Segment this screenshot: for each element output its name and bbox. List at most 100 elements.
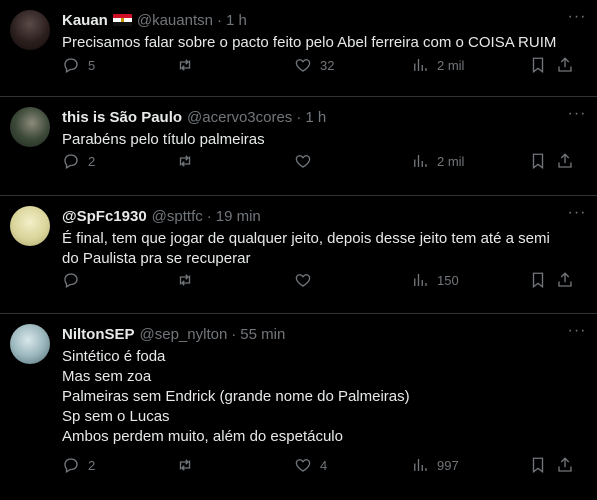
heart-icon [295,59,311,72]
tweet-actions: 150 [62,270,587,290]
retweet-button[interactable] [176,55,202,75]
display-name[interactable]: Kauan [62,12,108,29]
timestamp[interactable]: 55 min [240,326,285,343]
tweet-header: this is São Paulo @acervo3cores · 1 h [62,107,587,127]
tweet-content: NiltonSEP @sep_nylton · 55 min ··· Sinté… [62,323,587,447]
avatar[interactable] [10,10,50,50]
views-count: 997 [437,457,459,473]
display-name[interactable]: NiltonSEP [62,326,135,343]
tweet-header: NiltonSEP @sep_nylton · 55 min [62,324,587,344]
avatar[interactable] [10,206,50,246]
views-icon [414,274,427,286]
tweet-text: É final, tem que jogar de qualquer jeito… [62,229,587,269]
reply-icon [64,154,78,169]
share-button[interactable] [556,455,574,475]
reply-button[interactable]: 2 [62,151,95,171]
like-button[interactable]: 4 [294,455,327,475]
share-icon [558,457,572,472]
views-count: 2 mil [437,57,465,73]
avatar[interactable] [10,324,50,364]
display-name[interactable]: this is São Paulo [62,109,182,126]
share-icon [558,153,572,168]
more-icon[interactable]: ··· [567,106,587,127]
reply-icon [64,58,78,73]
tweet-text-line: Parabéns pelo título palmeiras [62,131,265,148]
share-icon [558,272,572,287]
user-handle[interactable]: @acervo3cores [187,109,292,126]
tweet-text: Sintético é foda Mas sem zoa Palmeiras s… [62,347,587,447]
views-count: 150 [437,272,459,288]
reply-count: 2 [88,457,96,473]
retweet-icon [179,459,191,471]
like-button[interactable]: 32 [294,55,334,75]
timestamp[interactable]: 1 h [305,109,326,126]
views-count: 2 mil [437,153,465,169]
views-button[interactable]: 2 mil [411,55,464,75]
like-count: 4 [320,457,328,473]
tweet-header: Kauan @kauantsn · 1 h [62,10,587,30]
reply-icon [64,458,78,473]
tweet-text: Parabéns pelo título palmeiras [62,130,587,150]
separator-dot: · [296,108,302,126]
separator-dot: · [216,11,222,29]
tweet-content: @SpFc1930 @spttfc · 19 min ··· É final, … [62,205,587,269]
more-icon[interactable]: ··· [567,323,587,344]
tweet-header: @SpFc1930 @spttfc · 19 min [62,206,587,226]
retweet-icon [179,274,191,286]
timeline-feed: Kauan @kauantsn · 1 h ··· Precisamos fal… [0,0,597,500]
like-count: 32 [320,57,335,73]
bookmark-button[interactable] [529,151,547,171]
tweet-actions: 5 32 2 mil [62,55,587,75]
reply-button[interactable]: 5 [62,55,95,75]
tweet[interactable]: NiltonSEP @sep_nylton · 55 min ··· Sinté… [0,314,597,500]
like-button[interactable] [294,151,320,171]
tweet-text-line: Sintético é foda [62,348,166,365]
share-button[interactable] [556,55,574,75]
bookmark-button[interactable] [529,455,547,475]
bookmark-button[interactable] [529,270,547,290]
user-handle[interactable]: @kauantsn [137,12,213,29]
more-icon[interactable]: ··· [567,9,587,30]
bookmark-button[interactable] [529,55,547,75]
timestamp[interactable]: 1 h [226,12,247,29]
tweet[interactable]: this is São Paulo @acervo3cores · 1 h ··… [0,97,597,196]
tweet[interactable]: @SpFc1930 @spttfc · 19 min ··· É final, … [0,196,597,314]
heart-icon [295,459,311,472]
retweet-button[interactable] [176,151,202,171]
bookmark-icon [532,153,544,170]
bookmark-icon [532,57,544,74]
views-icon [414,155,427,167]
tweet-content: this is São Paulo @acervo3cores · 1 h ··… [62,106,587,150]
separator-dot: · [206,207,212,225]
user-handle[interactable]: @spttfc [152,208,203,225]
user-handle[interactable]: @sep_nylton [140,326,228,343]
share-button[interactable] [556,151,574,171]
share-button[interactable] [556,270,574,290]
views-icon [414,459,427,471]
bookmark-icon [532,457,544,474]
retweet-icon [179,59,191,71]
more-icon[interactable]: ··· [567,205,587,226]
tweet[interactable]: Kauan @kauantsn · 1 h ··· Precisamos fal… [0,0,597,97]
display-name[interactable]: @SpFc1930 [62,208,147,225]
reply-icon [64,273,78,288]
retweet-button[interactable] [176,270,202,290]
share-icon [558,57,572,72]
tweet-text-line: É final, tem que jogar de qualquer jeito… [62,230,550,247]
views-button[interactable]: 2 mil [411,151,464,171]
like-button[interactable] [294,270,320,290]
views-button[interactable]: 997 [411,455,459,475]
tweet-actions: 2 4 997 [62,455,587,475]
tweet-text-line: Palmeiras sem Endrick (grande nome do Pa… [62,388,410,405]
avatar[interactable] [10,107,50,147]
views-button[interactable]: 150 [411,270,459,290]
bookmark-icon [532,272,544,289]
timestamp[interactable]: 19 min [216,208,261,225]
reply-button[interactable] [62,270,88,290]
tweet-actions: 2 2 mil [62,151,587,171]
tweet-text-line: Precisamos falar sobre o pacto feito pel… [62,34,557,51]
reply-button[interactable]: 2 [62,455,95,475]
heart-icon [295,155,311,168]
retweet-button[interactable] [176,455,202,475]
reply-count: 5 [88,57,96,73]
